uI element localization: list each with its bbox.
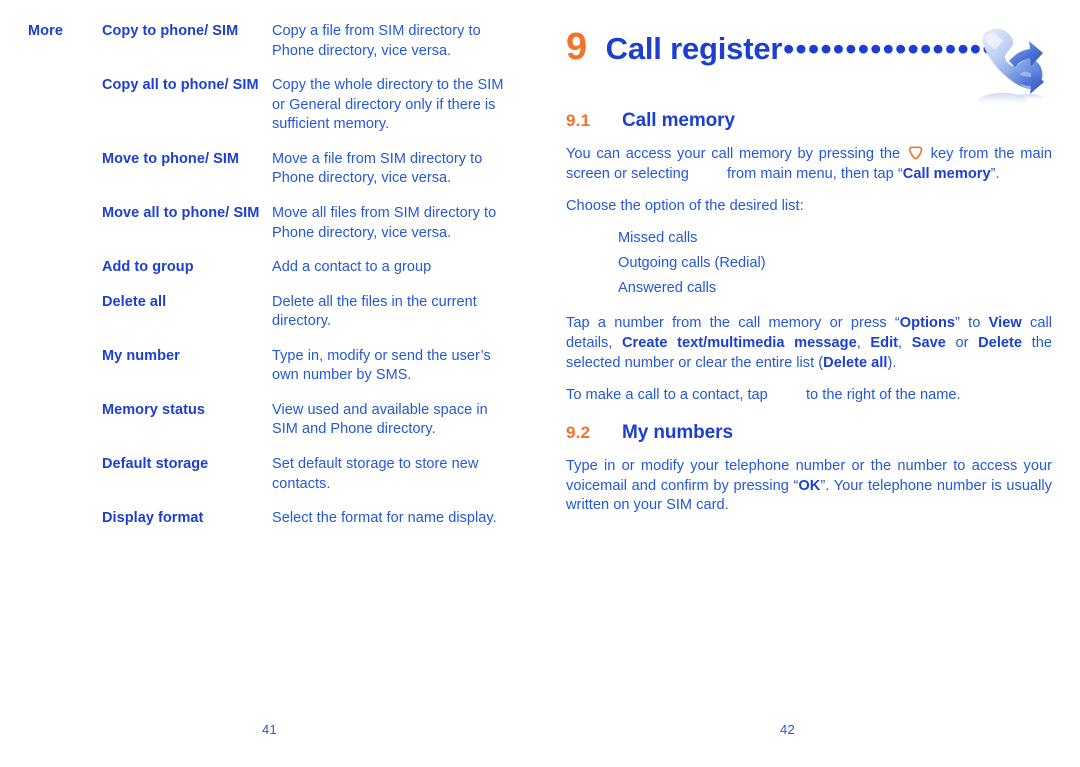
table-row: My number Type in, modify or send the us… [28,347,510,401]
list-item: Outgoing calls (Redial) [618,254,766,271]
opt-t8: ). [887,354,897,371]
option-name: My number [102,347,180,364]
option-name: Add to group [102,259,194,276]
opt-t6: or [945,335,979,352]
option-name: Display format [102,510,204,527]
option-description: Type in, modify or send the user’s own n… [272,347,491,384]
save-bold-label: Save [911,335,946,352]
option-name: Copy all to phone/ SIM [102,77,259,94]
option-description: Move all files from SIM directory to Pho… [272,204,497,241]
list-item: Missed calls [618,229,698,246]
page-number-right: 42 [780,722,796,737]
table-row: More Copy to phone/ SIM Copy a file from… [28,22,510,76]
manual-page-spread: More Copy to phone/ SIM Copy a file from… [0,0,1080,767]
section-heading-my-numbers: 9.2 My numbers [566,422,1052,444]
section-title: My numbers [622,421,733,443]
options-bold-label: Options [899,315,956,332]
section-number: 9.2 [566,422,591,442]
section-number: 9.1 [566,111,591,130]
option-description: Copy the whole directory to the SIM or G… [272,77,504,133]
make-call-part-2: to the right of the name. [805,386,961,403]
option-description: Add a contact to a group [272,259,432,276]
option-name: Memory status [102,401,205,418]
list-item: Answered calls [618,280,717,297]
option-group-spacer [28,401,102,455]
option-description: Select the format for name display. [272,510,497,527]
page-title: Call register [605,31,783,66]
call-memory-options-paragraph: Tap a number from the call memory or pre… [566,314,1052,374]
option-group-spacer [28,150,102,204]
option-name: Move all to phone/ SIM [102,204,260,221]
option-name: Delete all [102,293,167,310]
delete-bold-label: Delete [978,335,1023,352]
call-memory-access-paragraph: You can access your call memory by press… [566,145,1052,185]
option-group-spacer [28,204,102,258]
option-name: Copy to phone/ SIM [102,23,239,39]
access-text-part-1: You can access your call memory by press… [566,146,901,162]
option-description: Delete all the files in the current dire… [272,293,477,330]
chapter-number: 9 [566,26,587,68]
opt-t4: , [856,335,871,352]
ok-bold-label: OK [798,477,821,494]
section-title: Call memory [622,110,735,131]
option-group-spacer [28,76,102,150]
option-name: Move to phone/ SIM [102,150,240,167]
option-description: Copy a file from SIM directory to Phone … [272,23,481,59]
table-row: Delete all Delete all the files in the c… [28,293,510,347]
table-row: Add to group Add a contact to a group [28,258,510,293]
option-group-spacer [28,258,102,293]
table-row: Display format Select the format for nam… [28,509,510,544]
opt-t5: , [898,335,912,352]
option-description: View used and available space in SIM and… [272,401,488,438]
chapter-header: 9 Call register ••••••••••••••••• [566,26,1052,107]
my-numbers-paragraph: Type in or modify your telephone number … [566,457,1052,517]
opt-t2: ” to [955,315,989,332]
access-text-part-3: from main menu, then tap “ [727,165,903,182]
choose-option-intro: Choose the option of the desired list: [566,197,804,214]
phone-call-register-icon [965,14,1057,118]
option-description: Move a file from SIM directory to Phone … [272,150,483,187]
leader-dots: ••••••••••••••••• [783,31,995,66]
option-group-spacer [28,293,102,347]
create-message-bold-label: Create text/multimedia message [622,335,857,352]
option-group-label: More [28,23,64,39]
page-number-left: 41 [262,722,278,737]
table-row: Move all to phone/ SIM Move all files fr… [28,204,510,258]
option-group-spacer [28,347,102,401]
left-page: More Copy to phone/ SIM Copy a file from… [0,0,540,767]
contacts-options-table: More Copy to phone/ SIM Copy a file from… [28,22,510,544]
make-call-part-1: To make a call to a contact, tap [566,386,768,403]
table-row: Memory status View used and available sp… [28,401,510,455]
option-description: Set default storage to store new contact… [272,456,479,492]
edit-bold-label: Edit [870,335,899,352]
option-group-spacer [28,455,102,509]
access-text-part-4: ”. [990,165,1000,182]
opt-t1: Tap a number from the call memory or pre… [566,315,900,332]
option-group-spacer [28,509,102,544]
view-bold-label: View [988,315,1022,332]
options-table-body: More Copy to phone/ SIM Copy a file from… [28,22,510,544]
right-page: 9 Call register ••••••••••••••••• 9.1 Ca… [540,0,1080,767]
call-memory-list: Missed calls Outgoing calls (Redial) Ans… [566,229,1052,299]
end-call-key-icon [908,146,923,160]
delete-all-bold-label: Delete all [823,354,888,371]
call-memory-bold-label: Call memory [902,165,991,182]
make-call-paragraph: To make a call to a contact, tap to the … [566,386,1052,406]
table-row: Default storage Set default storage to s… [28,455,510,509]
option-name: Default storage [102,456,209,472]
table-row: Move to phone/ SIM Move a file from SIM … [28,150,510,204]
table-row: Copy all to phone/ SIM Copy the whole di… [28,76,510,150]
